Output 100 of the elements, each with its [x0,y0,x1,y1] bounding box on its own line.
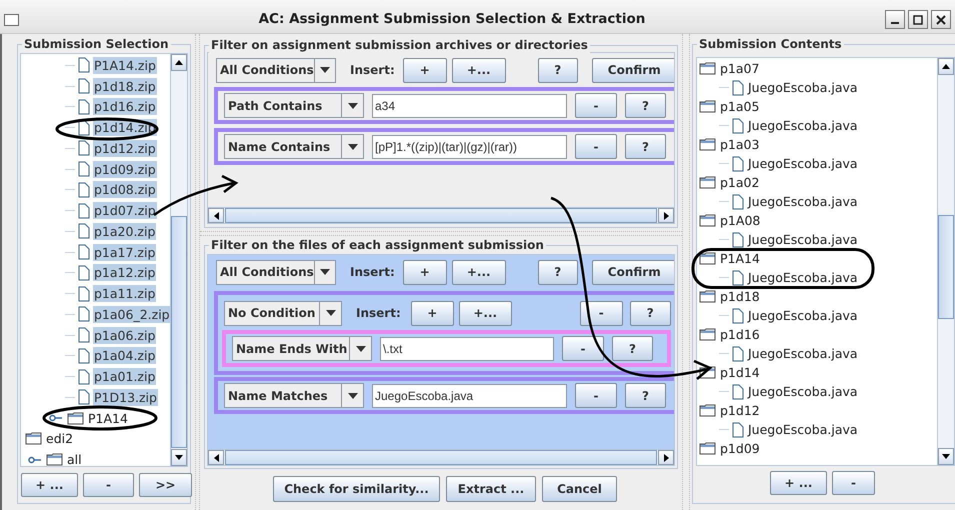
horizontal-scrollbar[interactable] [208,207,674,223]
remove-button[interactable]: - [580,300,623,326]
tree-item[interactable]: JuegoEscoba.java [747,383,859,400]
tree-item[interactable]: p1A08 [719,212,762,229]
tree-item[interactable]: p1a11.zip [93,285,156,302]
help-button[interactable]: ? [625,383,666,408]
condition-dropdown[interactable]: All Conditions [216,260,336,284]
tree-item[interactable]: p1d18.zip [93,78,157,95]
tree-item[interactable]: p1a07 [719,60,760,77]
window-menu-icon[interactable] [4,14,19,26]
file-icon [732,308,744,324]
help-button[interactable]: ? [538,260,578,284]
tree-item[interactable]: JuegoEscoba.java [747,79,859,96]
tree-item[interactable]: p1d14 [719,364,761,381]
similarity-button[interactable]: Check for similarity... [273,476,440,502]
tree-item[interactable]: all [66,451,83,466]
tree-item[interactable]: p1a06_2.zip [93,306,170,323]
cancel-button[interactable]: Cancel [542,476,617,502]
tree-item[interactable]: p1d18 [719,288,761,305]
remove-button[interactable]: - [575,93,617,118]
remove-button[interactable]: - [575,134,617,159]
file-icon [732,232,744,248]
help-button[interactable]: ? [625,93,666,118]
tree-item[interactable]: edi2 [45,430,74,448]
text-field[interactable]: a34 [372,94,567,118]
horizontal-scrollbar[interactable] [208,449,674,465]
confirm-button[interactable]: Confirm [592,260,674,284]
condition-dropdown[interactable]: Path Contains [224,93,364,118]
minimize-icon[interactable] [885,10,905,29]
add-button[interactable]: + [410,300,454,326]
extract-button[interactable]: Extract ... [446,476,536,502]
condition-dropdown[interactable]: Name Contains [224,134,364,159]
remove-button[interactable]: - [83,473,134,497]
caret-icon [348,102,358,108]
tree-item[interactable]: JuegoEscoba.java [747,269,859,286]
file-icon [78,98,90,115]
help-button[interactable]: ? [538,58,578,82]
tree-item[interactable]: JuegoEscoba.java [747,155,859,172]
add-more-button[interactable]: +... [452,260,506,284]
add-more-button[interactable]: +... [452,58,506,82]
file-icon [732,80,744,96]
folder-icon [699,328,716,341]
tree-item[interactable]: p1d09 [719,440,761,457]
condition-dropdown[interactable]: Name Ends With [232,336,372,361]
expander-icon[interactable] [49,414,63,422]
tree-item[interactable]: P1A14 [719,250,761,267]
add-button[interactable]: + [402,260,447,284]
tree-item[interactable]: p1a05 [719,98,760,115]
condition-dropdown[interactable]: Name Matches [224,383,364,408]
tree-item[interactable]: JuegoEscoba.java [747,421,859,438]
confirm-button[interactable]: Confirm [592,58,674,82]
tree-item[interactable]: JuegoEscoba.java [747,345,859,362]
tree-item[interactable]: P1A14.zip [93,56,157,74]
close-icon[interactable] [931,10,951,29]
tree-item[interactable]: P1A14 [87,410,129,427]
help-button[interactable]: ? [625,134,666,159]
tree-item[interactable]: p1d07.zip [93,202,157,220]
file-icon [732,194,744,210]
splitter[interactable] [682,34,690,510]
tree-item[interactable]: p1a12.zip [93,264,156,282]
condition-dropdown[interactable]: No Condition [224,300,342,326]
text-field[interactable]: JuegoEscoba.java [372,384,567,408]
tree-item[interactable]: JuegoEscoba.java [747,307,859,324]
file-icon [78,306,90,322]
add-button[interactable]: + ... [21,473,78,497]
tree-item[interactable]: JuegoEscoba.java [747,193,859,210]
text-field[interactable]: [pP]1.*((zip)|(tar)|(gz)|(rar)) [372,135,567,159]
tree-item[interactable]: p1a03 [719,136,760,153]
vertical-scrollbar[interactable] [937,58,954,465]
tree-item[interactable]: JuegoEscoba.java [747,231,859,248]
add-button[interactable]: + [402,58,447,82]
tree-item[interactable]: p1a06.zip [93,326,156,344]
help-button[interactable]: ? [630,300,671,326]
tree-item[interactable]: p1d12 [719,402,761,419]
remove-button[interactable]: - [562,336,604,361]
transfer-button[interactable]: >> [139,473,192,497]
tree-item[interactable]: p1d09.zip [93,160,157,178]
tree-item[interactable]: p1d16.zip [93,98,157,116]
remove-button[interactable]: - [832,471,875,495]
text-field[interactable]: \.txt [380,337,554,361]
help-button[interactable]: ? [612,336,653,361]
tree-item[interactable]: p1d12.zip [93,140,157,157]
remove-button[interactable]: - [575,383,617,408]
maximize-icon[interactable] [908,10,928,29]
folder-icon [67,412,84,425]
tree-item[interactable]: p1a02 [719,174,760,191]
tree-item[interactable]: p1d08.zip [93,181,157,198]
tree-item[interactable]: p1a20.zip [93,222,156,240]
tree-item[interactable]: p1a04.zip [93,347,156,364]
tree-item[interactable]: JuegoEscoba.java [747,117,859,134]
tree-item[interactable]: p1a01.zip [93,368,156,386]
vertical-scrollbar[interactable] [170,54,187,466]
tree-item[interactable]: P1D13.zip [93,388,158,406]
condition-dropdown[interactable]: All Conditions [216,58,336,82]
splitter[interactable] [195,34,200,510]
add-button[interactable]: + ... [770,471,827,495]
splitter[interactable] [200,231,682,236]
tree-item[interactable]: p1a17.zip [93,244,156,261]
tree-item[interactable]: p1d16 [719,326,761,343]
add-more-button[interactable]: +... [458,300,512,326]
